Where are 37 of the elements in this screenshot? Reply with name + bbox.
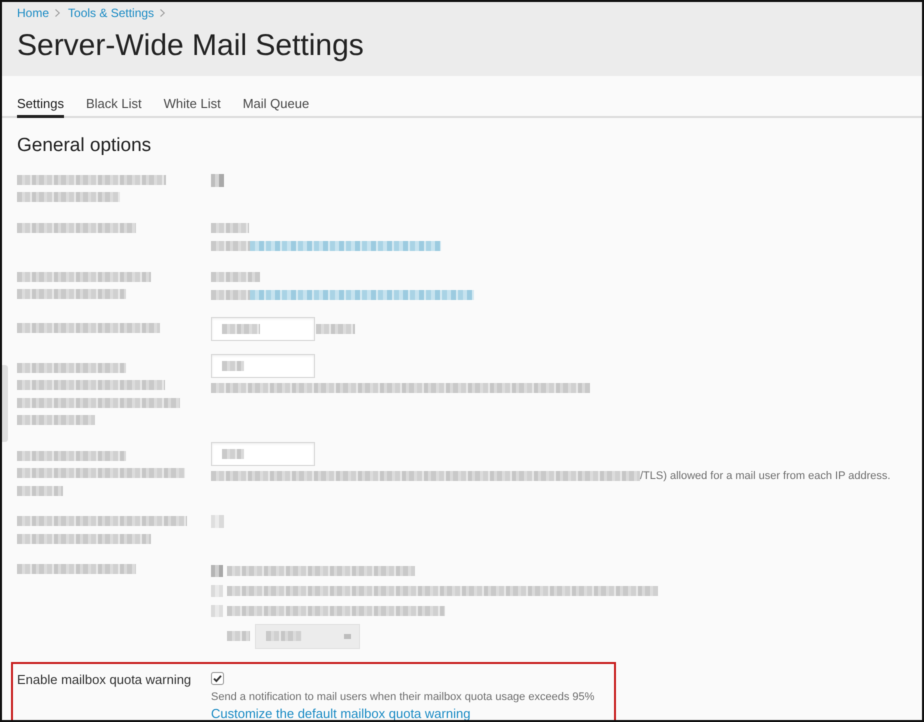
input-field[interactable] xyxy=(211,317,315,341)
tab[interactable]: White List xyxy=(164,84,221,118)
field-label: Enable mailbox quota warning xyxy=(17,670,192,688)
blurred-text xyxy=(227,631,250,641)
chevron-right-icon xyxy=(55,9,60,17)
blurred-text xyxy=(211,223,249,233)
blurred-text xyxy=(266,631,302,641)
blurred-radio[interactable] xyxy=(211,564,223,576)
blurred-text xyxy=(222,324,260,334)
customize-link[interactable]: Customize the default mailbox quota warning xyxy=(211,704,470,720)
blurred-text xyxy=(211,272,260,282)
tab[interactable]: Settings xyxy=(17,84,64,118)
panel-handle[interactable] xyxy=(2,365,8,442)
blurred-link[interactable] xyxy=(250,241,441,251)
field-hint: Send a notification to mail users when their mailbox quota usage exceeds 95% xyxy=(211,690,596,704)
blurred-text xyxy=(222,449,244,459)
input-field[interactable] xyxy=(211,354,315,378)
chevron-right-icon xyxy=(160,9,166,17)
blurred-text xyxy=(316,324,355,334)
blurred-checkbox[interactable] xyxy=(211,174,224,186)
blurred-text xyxy=(17,486,63,496)
blurred-text xyxy=(211,290,250,300)
tab[interactable]: Black List xyxy=(86,84,142,118)
blurred-text xyxy=(222,361,244,371)
blurred-caret-icon xyxy=(344,634,351,638)
blurred-radio[interactable] xyxy=(211,584,223,596)
blurred-radio[interactable] xyxy=(211,604,223,616)
blurred-checkbox[interactable] xyxy=(211,515,224,528)
blurred-select[interactable] xyxy=(255,624,360,648)
input-field[interactable] xyxy=(211,442,315,466)
blurred-link[interactable] xyxy=(250,290,474,300)
section-title: General options xyxy=(17,134,152,158)
tab[interactable]: Mail Queue xyxy=(242,84,310,118)
field-hint: /TLS) allowed for a mail user from each IP address. xyxy=(640,469,890,484)
checkbox[interactable] xyxy=(211,672,224,685)
blurred-text xyxy=(211,241,250,251)
page-title: Server-Wide Mail Settings xyxy=(17,28,365,64)
